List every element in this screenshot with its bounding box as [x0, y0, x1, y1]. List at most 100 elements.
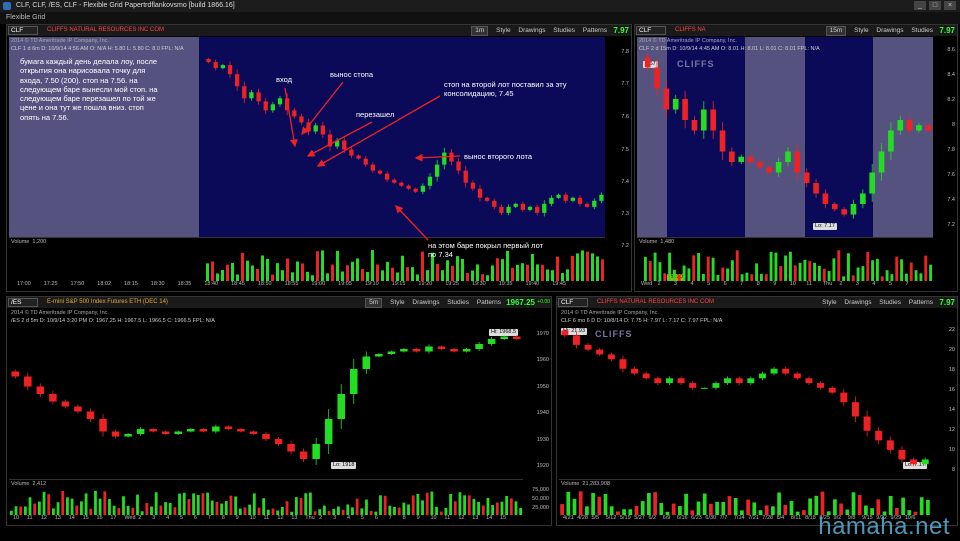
price-plot[interactable]: 2014 © TD Ameritrade IP Company, Inc. CL… [559, 309, 931, 479]
price-tick: 20 [948, 347, 955, 353]
volume-bar [643, 256, 647, 282]
period-dropdown[interactable]: 15m [825, 26, 847, 36]
time-tick: 18:30 [150, 281, 165, 287]
studies-button[interactable]: Studies [879, 299, 901, 306]
volume-bar [42, 491, 46, 516]
price-tick: 7.6 [621, 114, 629, 120]
candle [758, 373, 766, 379]
drawings-button[interactable]: Drawings [518, 27, 545, 34]
time-tick: 8 [402, 515, 406, 521]
candle [337, 394, 345, 419]
candle [124, 434, 132, 437]
candle [654, 67, 660, 89]
close-button[interactable]: × [944, 1, 956, 10]
volume-bar [294, 497, 298, 516]
candle [475, 344, 483, 349]
candle [187, 429, 195, 432]
annotation-reenter: перезашел [356, 110, 395, 119]
candle [822, 193, 829, 204]
volume-bar [98, 498, 102, 516]
candle [878, 151, 885, 173]
studies-button[interactable]: Studies [447, 299, 469, 306]
candle [585, 203, 590, 207]
price-tick: 7.2 [621, 243, 629, 249]
time-tick: 9 [773, 281, 777, 287]
time-tick: 18:02 [97, 281, 112, 287]
minimize-button[interactable]: _ [914, 1, 926, 10]
drawings-button[interactable]: Drawings [412, 299, 439, 306]
candle [542, 203, 547, 213]
volume-bar [648, 261, 652, 282]
maximize-button[interactable]: □ [929, 1, 941, 10]
symbol-input[interactable]: /ES [8, 298, 38, 307]
candle [227, 65, 233, 75]
symbol-input[interactable]: CLF [636, 26, 666, 35]
price-tick: 1920 [536, 463, 549, 469]
candle [385, 173, 390, 180]
candle [770, 368, 778, 374]
volume-bar [808, 498, 812, 516]
time-axis: Wed 2 3 4 5 6 7 8 9 10 11 Thu 2 3 4 5 7 [637, 281, 933, 289]
chart-panel-es-5m: /ES E-mini S&P 500 Index Futures ETH (DE… [6, 296, 552, 526]
candle [349, 369, 358, 394]
patterns-button[interactable]: Patterns [583, 27, 607, 34]
patterns-button[interactable]: Patterns [909, 299, 933, 306]
volume-bar [875, 258, 879, 282]
studies-button[interactable]: Studies [553, 27, 575, 34]
volume-bar [653, 252, 657, 282]
volume-bar [56, 502, 60, 516]
volume-bar [647, 492, 651, 516]
chart-panel-clf-15m: CLF CLIFFS NA 15m Style Drawings Studies… [634, 24, 958, 292]
candle [563, 194, 568, 201]
studies-button[interactable]: Studies [911, 27, 933, 34]
patterns-button[interactable]: Patterns [477, 299, 501, 306]
volume-bar [421, 251, 424, 282]
candle [320, 125, 325, 135]
style-button[interactable]: Style [822, 299, 836, 306]
price-axis: 1970 1960 1950 1940 1930 1920 [523, 309, 551, 479]
menu-flexible-grid[interactable]: Flexible Grid [6, 14, 45, 21]
period-dropdown[interactable]: 5m [365, 298, 383, 308]
time-tick: 13 [291, 515, 298, 521]
candle [700, 387, 708, 389]
time-tick: 3 [333, 515, 337, 521]
period-dropdown[interactable]: 1m [471, 26, 489, 36]
candle [898, 449, 906, 460]
volume-bar [578, 491, 583, 516]
volume-bar [477, 501, 481, 516]
candle [342, 140, 347, 150]
style-button[interactable]: Style [496, 27, 510, 34]
price-tick: 7.8 [947, 147, 955, 153]
candle [49, 394, 57, 402]
price-axis: 8.6 8.4 8.2 8 7.8 7.6 7.4 7.2 [933, 37, 957, 237]
volume-axis: 75,000 50,000 25,000 [523, 479, 551, 515]
volume-bar [122, 496, 125, 516]
volume-bar [803, 259, 807, 282]
price-plot[interactable]: 2014 © TD Ameritrade IP Company, Inc. CL… [637, 37, 933, 237]
volume-bar [591, 492, 595, 516]
candle [556, 194, 561, 198]
candle [642, 373, 650, 379]
candle [747, 156, 754, 162]
style-button[interactable]: Style [390, 299, 404, 306]
candle [174, 431, 183, 434]
candles-svg [644, 52, 932, 219]
volume-bar [406, 267, 409, 282]
drawings-button[interactable]: Drawings [876, 27, 903, 34]
volume-bar [832, 258, 836, 282]
volume-bar [66, 497, 69, 516]
volume-bar [658, 262, 662, 282]
time-tick: 4/21 [563, 515, 574, 521]
drawings-button[interactable]: Drawings [844, 299, 871, 306]
change-value: +0.00 [537, 299, 550, 305]
volume-bar [451, 265, 454, 282]
time-tick: Wed [641, 281, 653, 287]
candle [719, 130, 726, 152]
candle [224, 426, 233, 429]
price-plot[interactable]: 2014 © TD Ameritrade IP Company, Inc. /E… [9, 309, 523, 479]
style-button[interactable]: Style [854, 27, 868, 34]
candle [449, 152, 454, 162]
candle [136, 429, 145, 434]
symbol-input[interactable]: CLF [8, 26, 38, 35]
symbol-input[interactable]: CLF [558, 298, 588, 307]
